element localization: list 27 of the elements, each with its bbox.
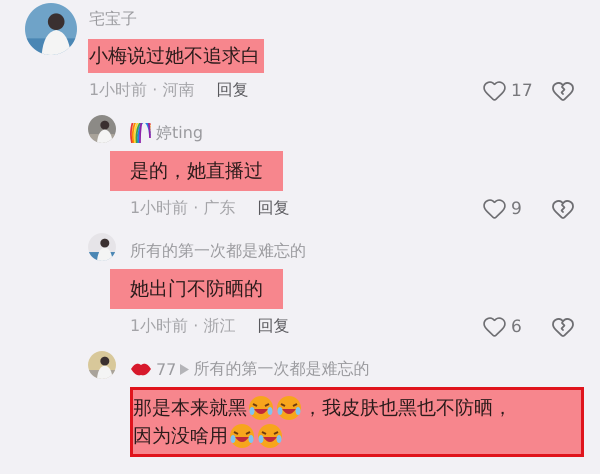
reply-link[interactable]: 回复 xyxy=(216,80,248,101)
username: 所有的第一次都是难忘的 xyxy=(193,358,370,380)
laughing-face-icon xyxy=(229,423,255,449)
laughing-face-icon xyxy=(248,395,274,421)
comment-text: ，我皮肤也黑也不防晒， xyxy=(303,396,512,421)
username: 婷ting xyxy=(156,122,204,144)
reply-link[interactable]: 回复 xyxy=(257,316,290,337)
lips-icon xyxy=(130,361,152,377)
username: 宅宝子 xyxy=(89,8,137,30)
rainbow-icon xyxy=(130,123,152,143)
caret-icon xyxy=(180,364,190,374)
laughing-face-icon xyxy=(257,423,283,449)
comment-text: 她出门不防晒的 xyxy=(130,277,263,302)
reply-link[interactable]: 回复 xyxy=(257,198,290,219)
comment-text: 那是本来就黑 xyxy=(133,396,247,421)
like-count: 9 xyxy=(511,198,523,218)
time-location: 1小时前 · 浙江 xyxy=(130,316,236,337)
laughing-face-icon xyxy=(276,395,302,421)
comment-text: 因为没啥用 xyxy=(133,424,228,449)
like-count: 17 xyxy=(511,80,534,100)
time-location: 1小时前 · 河南 xyxy=(89,80,194,101)
time-location: 1小时前 · 广东 xyxy=(130,198,236,219)
like-count: 6 xyxy=(511,316,523,336)
comment-text: 小梅说过她不追求白 xyxy=(89,44,260,69)
username: 所有的第一次都是难忘的 xyxy=(130,240,306,262)
username: 77 xyxy=(156,360,176,378)
comment-text: 是的，她直播过 xyxy=(130,159,263,184)
